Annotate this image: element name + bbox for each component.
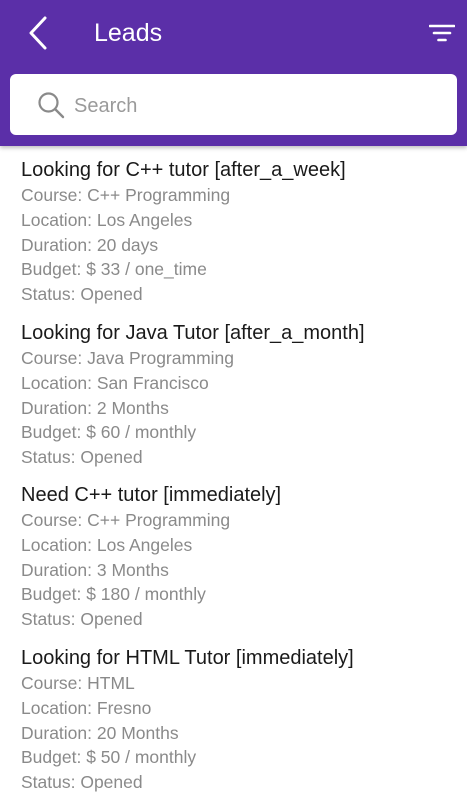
lead-location: Location: Los Angeles <box>21 534 193 555</box>
lead-course: Course: C++ Programming <box>21 185 231 205</box>
lead-status: Status: Opened <box>21 772 143 793</box>
leads-list: Looking for C++ tutor [after_a_week] Cou… <box>0 146 467 800</box>
filter-button[interactable] <box>426 18 458 48</box>
lead-item[interactable]: Looking for HTML Tutor [immediately] Cou… <box>21 646 461 795</box>
lead-title: Looking for Java Tutor [after_a_month] <box>21 322 365 344</box>
lead-course: Course: Java Programming <box>21 348 234 368</box>
filter-icon <box>429 24 455 42</box>
search-bar[interactable] <box>10 74 457 135</box>
search-icon <box>38 92 65 119</box>
lead-item[interactable]: Need C++ tutor [immediately] Course: C++… <box>21 483 461 632</box>
search-input[interactable] <box>72 86 436 126</box>
lead-duration: Duration: 20 days <box>21 234 159 255</box>
lead-status: Status: Opened <box>21 609 143 630</box>
lead-duration: Duration: 20 Months <box>21 722 179 743</box>
lead-item[interactable]: Looking for Java Tutor [after_a_month] C… <box>21 321 461 470</box>
lead-budget: Budget: $ 50 / monthly <box>21 747 197 768</box>
lead-duration: Duration: 3 Months <box>21 559 169 580</box>
lead-location: Location: San Francisco <box>21 372 209 393</box>
chevron-left-icon <box>29 16 47 50</box>
leads-screen: Leads Looking for C++ tutor [after_a_wee… <box>0 0 467 800</box>
lead-status: Status: Opened <box>21 284 143 305</box>
lead-course: Course: C++ Programming <box>21 510 231 530</box>
lead-budget: Budget: $ 60 / monthly <box>21 422 197 443</box>
page-title: Leads <box>94 19 163 47</box>
lead-course: Course: HTML <box>21 673 135 693</box>
lead-title: Need C++ tutor [immediately] <box>21 484 282 506</box>
lead-status: Status: Opened <box>21 447 143 468</box>
lead-location: Location: Los Angeles <box>21 209 193 230</box>
lead-title: Looking for HTML Tutor [immediately] <box>21 647 354 669</box>
lead-duration: Duration: 2 Months <box>21 397 169 418</box>
back-button[interactable] <box>22 13 54 53</box>
lead-budget: Budget: $ 180 / monthly <box>21 584 206 605</box>
lead-budget: Budget: $ 33 / one_time <box>21 259 207 280</box>
lead-item[interactable]: Looking for C++ tutor [after_a_week] Cou… <box>21 158 461 307</box>
app-bar: Leads <box>0 0 467 146</box>
lead-title: Looking for C++ tutor [after_a_week] <box>21 159 346 181</box>
lead-location: Location: Fresno <box>21 697 152 718</box>
